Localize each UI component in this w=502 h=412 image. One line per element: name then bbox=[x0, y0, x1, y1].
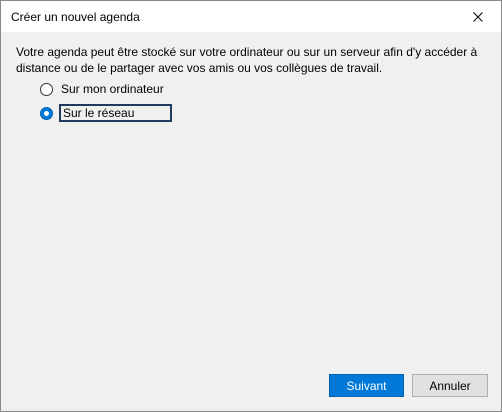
option-network[interactable]: Sur le réseau bbox=[40, 104, 173, 122]
dialog-title: Créer un nouvel agenda bbox=[11, 10, 140, 24]
cancel-button[interactable]: Annuler bbox=[412, 374, 488, 397]
radio-button-network[interactable] bbox=[40, 106, 53, 120]
radio-button-local[interactable] bbox=[40, 82, 53, 96]
title-bar: Créer un nouvel agenda bbox=[1, 1, 501, 32]
dialog-description: Votre agenda peut être stocké sur votre … bbox=[16, 45, 478, 75]
close-button[interactable] bbox=[455, 1, 501, 32]
option-local-label[interactable]: Sur mon ordinateur bbox=[61, 82, 164, 96]
close-icon bbox=[473, 11, 483, 22]
option-local[interactable]: Sur mon ordinateur bbox=[40, 80, 164, 98]
next-button[interactable]: Suivant bbox=[329, 374, 404, 397]
option-network-label[interactable]: Sur le réseau bbox=[59, 104, 173, 122]
dialog-content: Votre agenda peut être stocké sur votre … bbox=[1, 32, 501, 411]
dialog-window: Créer un nouvel agenda Votre agenda peut… bbox=[0, 0, 502, 412]
